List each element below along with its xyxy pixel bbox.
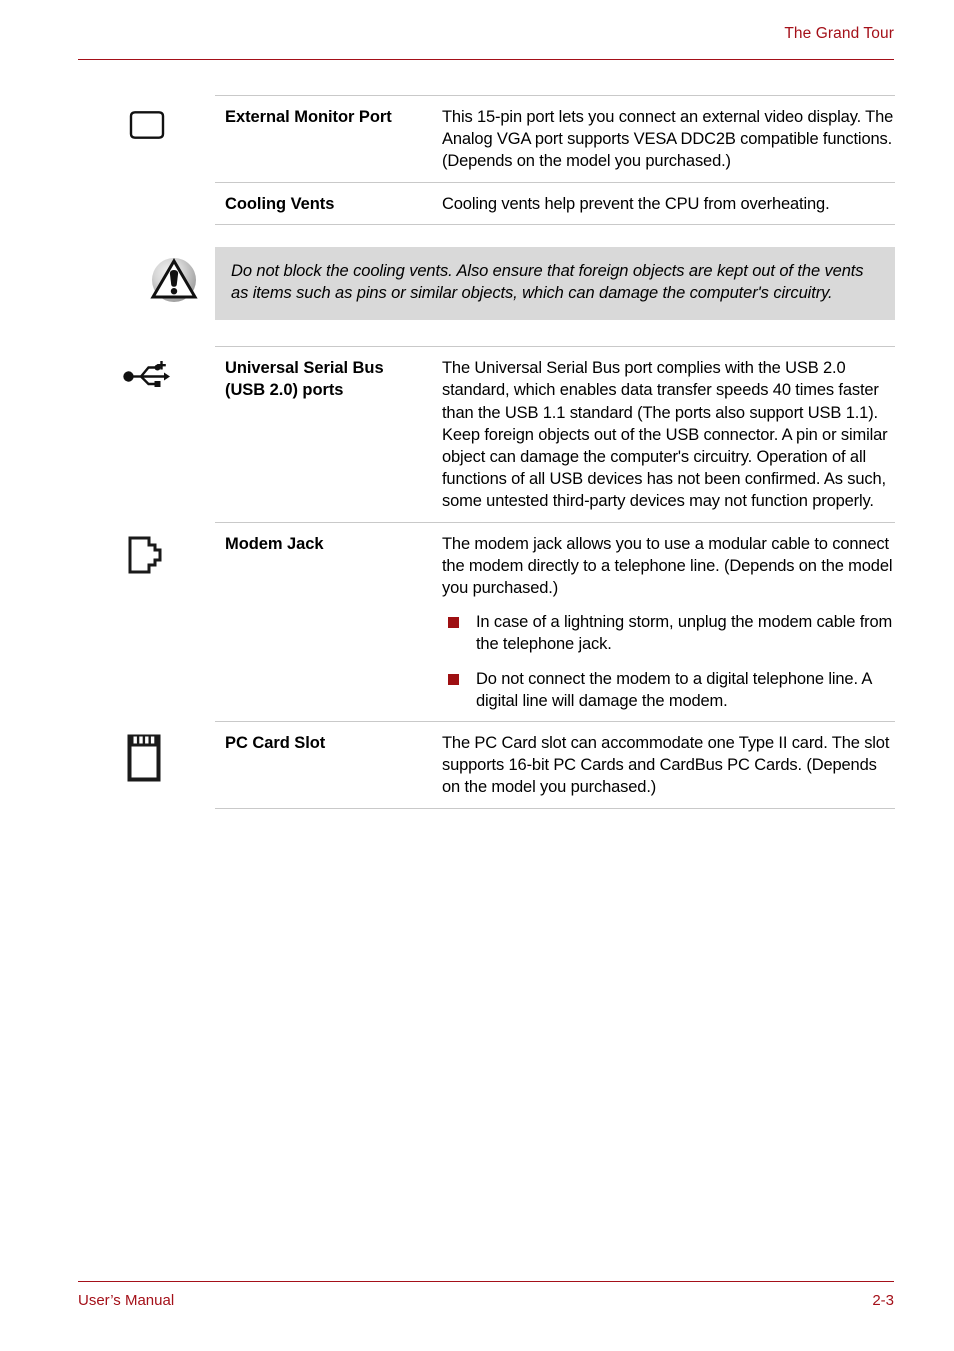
spec-description-text: The PC Card slot can accommodate one Typ…: [442, 734, 890, 797]
spec-description: Cooling vents help prevent the CPU from …: [442, 193, 895, 215]
spec-description: The modem jack allows you to use a modul…: [442, 533, 895, 712]
spec-term: Cooling Vents: [225, 194, 335, 213]
list-item-text: In case of a lightning storm, unplug the…: [476, 613, 893, 654]
page-footer: User’s Manual 2-3: [78, 1281, 894, 1309]
table-row: Cooling Vents Cooling vents help prevent…: [215, 181, 895, 225]
footer-page-number: 2-3: [872, 1292, 894, 1309]
bullet-square-icon: [448, 673, 459, 685]
spec-term: PC Card Slot: [225, 734, 326, 753]
caution-box: Do not block the cooling vents. Also ens…: [150, 246, 895, 321]
modem-warning-list: In case of a lightning storm, unplug the…: [442, 611, 895, 712]
page-header: The Grand Tour: [78, 24, 894, 60]
caution-text: Do not block the cooling vents. Also ens…: [231, 261, 864, 303]
spec-description-text: This 15-pin port lets you connect an ext…: [442, 108, 894, 171]
spec-description-text: The Universal Serial Bus port complies w…: [442, 359, 888, 511]
list-item: In case of a lightning storm, unplug the…: [442, 611, 895, 655]
footer-manual-label: User’s Manual: [78, 1292, 175, 1309]
spec-term: Modem Jack: [225, 534, 324, 553]
list-item: Do not connect the modem to a digital te…: [442, 668, 895, 712]
page-title: The Grand Tour: [784, 25, 894, 42]
list-item-text: Do not connect the modem to a digital te…: [476, 669, 872, 710]
spec-table-bottom: Universal Serial Bus (USB 2.0) ports The…: [123, 346, 895, 809]
header-divider: [78, 59, 894, 60]
table-row: Universal Serial Bus (USB 2.0) ports The…: [123, 346, 895, 521]
spec-term: External Monitor Port: [225, 108, 392, 126]
table-row: PC Card Slot The PC Card slot can accomm…: [127, 721, 895, 809]
page-content: External Monitor Port This 15-pin port l…: [0, 95, 954, 809]
spec-term: Universal Serial Bus (USB 2.0) ports: [215, 357, 442, 401]
spec-description: The Universal Serial Bus port complies w…: [442, 357, 895, 512]
spec-description-text: The modem jack allows you to use a modul…: [442, 534, 893, 598]
spec-description-text: Cooling vents help prevent the CPU from …: [442, 194, 830, 213]
spec-description: The PC Card slot can accommodate one Typ…: [442, 732, 895, 799]
external-monitor-port-icon: [127, 110, 197, 142]
pc-card-slot-icon: [127, 734, 197, 782]
bullet-square-icon: [448, 617, 459, 629]
spec-table-top: External Monitor Port This 15-pin port l…: [129, 95, 895, 225]
table-row: External Monitor Port This 15-pin port l…: [129, 95, 895, 182]
spec-term-line2: (USB 2.0) ports: [225, 381, 344, 400]
spec-description: This 15-pin port lets you connect an ext…: [442, 106, 895, 173]
warning-triangle-icon: [147, 253, 203, 309]
usb-icon: [123, 359, 193, 389]
footer-divider: [78, 1281, 894, 1282]
modem-jack-icon: [127, 535, 197, 575]
table-row: Modem Jack The modem jack allows you to …: [128, 521, 895, 721]
spec-term-line1: Universal Serial Bus: [225, 359, 384, 378]
